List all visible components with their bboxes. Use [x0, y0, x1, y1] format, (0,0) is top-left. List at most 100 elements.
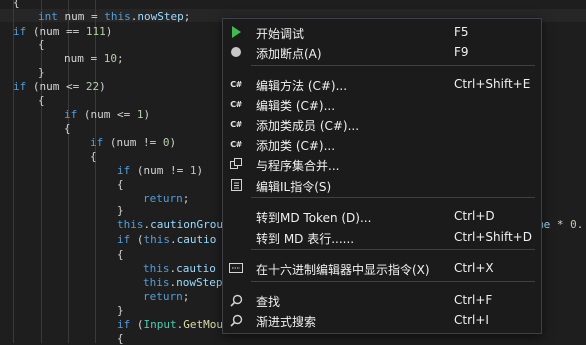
play-icon [229, 25, 243, 39]
menu-icon-placeholder [229, 209, 243, 223]
menu-separator [251, 281, 535, 282]
menu-item[interactable]: C# 添加类成员 (C#)... [223, 114, 541, 134]
code-token: num = [57, 10, 105, 23]
code-token: this [143, 233, 171, 246]
csharp-icon-text: C# [230, 119, 242, 129]
code-token: { [117, 248, 124, 261]
code-line: this.cautionGrou [117, 218, 223, 231]
code-token: { [117, 332, 124, 345]
code-token: num = [64, 52, 104, 65]
menu-item[interactable]: 渐进式搜索 Ctrl+I [223, 310, 541, 330]
menu-item[interactable]: C# 编辑方法 (C#)... Ctrl+Shift+E [223, 74, 541, 94]
menu-item-shortcut: Ctrl+Shift+D [454, 230, 532, 244]
code-token: { [117, 178, 124, 191]
code-line: { [117, 248, 124, 261]
code-token: * [550, 218, 571, 231]
code-token: this [117, 218, 144, 231]
code-line: { [117, 178, 124, 191]
code-line: return; [143, 192, 189, 205]
code-token: } [117, 204, 124, 217]
code-token: cautionGrou [150, 218, 223, 231]
code-line: if (num != 1) [117, 164, 203, 177]
code-line: num = 10; [64, 52, 124, 65]
code-line: { [117, 332, 124, 345]
code-line: this.nowStep [143, 276, 222, 289]
menu-item-shortcut: Ctrl+I [454, 313, 489, 327]
code-line: if (num != 0) [90, 136, 176, 149]
code-line: if (this.cautio [117, 233, 216, 246]
menu-item-label: 编辑类 (C#)... [256, 99, 336, 113]
code-token: { [64, 122, 71, 135]
code-token: this [143, 276, 170, 289]
code-line: } [38, 66, 45, 79]
code-token: 10 [103, 52, 117, 65]
menu-item-label: 添加类 (C#)... [256, 139, 336, 153]
indent-guide [41, 0, 42, 343]
menu-item[interactable]: 转到 MD 表行...... Ctrl+Shift+D [223, 227, 541, 247]
csharp-icon-text: C# [230, 79, 242, 89]
search-icon [229, 313, 243, 327]
code-token: { [90, 150, 97, 163]
code-line: } [117, 304, 124, 317]
code-token: if [90, 136, 104, 149]
code-token: ; [182, 290, 190, 303]
code-token: return [143, 192, 183, 205]
code-token: return [143, 290, 183, 303]
menu-item-label: 渐进式搜索 [256, 315, 317, 329]
code-token: } [117, 304, 124, 317]
code-token: if [117, 164, 131, 177]
csharp-icon: C# [229, 77, 243, 91]
menu-item[interactable]: 添加断点(A) F9 [223, 42, 541, 62]
menu-item[interactable]: 开始调试 F5 [223, 22, 541, 42]
menu-item[interactable]: 在十六进制编辑器中显示指令(X) Ctrl+X [223, 258, 541, 278]
menu-item-label: 查找 [256, 295, 281, 309]
code-line: { [13, 0, 20, 9]
code-token: if [117, 318, 131, 331]
menu-item[interactable]: 转到MD Token (D)... Ctrl+D [223, 206, 541, 226]
menu-item-shortcut: Ctrl+Shift+E [454, 77, 531, 91]
code-token: cautio [176, 233, 217, 246]
menu-item-label: 添加断点(A) [256, 47, 322, 61]
menu-item-label: 添加类成员 (C#)... [256, 119, 360, 133]
code-token: } [38, 66, 45, 79]
il-instructions-icon [229, 178, 243, 192]
code-token: (num == [26, 25, 86, 38]
menu-separator [251, 65, 535, 66]
code-token: if [13, 80, 27, 93]
code-token: ) [143, 108, 151, 121]
code-token: { [13, 0, 20, 9]
code-line: if (Input.GetMou [117, 318, 223, 331]
search-icon [229, 293, 243, 307]
menu-item-label: 编辑IL指令(S) [256, 180, 332, 194]
hex-editor-icon [229, 261, 243, 275]
code-token: GetMou [183, 318, 223, 331]
code-token: ; [182, 192, 190, 205]
code-token: ( [130, 318, 144, 331]
menu-item[interactable]: C# 编辑类 (C#)... [223, 94, 541, 114]
menu-item[interactable]: 与程序集合并... [223, 154, 541, 174]
menu-item-label: 在十六进制编辑器中显示指令(X) [256, 263, 430, 277]
csharp-icon: C# [229, 97, 243, 111]
code-token: ( [130, 233, 144, 246]
code-token: 22 [85, 80, 100, 93]
menu-separator [251, 249, 535, 250]
menu-item-shortcut: F5 [454, 25, 469, 39]
menu-item[interactable]: 查找 Ctrl+F [223, 290, 541, 310]
menu-item-label: 开始调试 [256, 27, 305, 41]
csharp-icon-text: C# [230, 99, 242, 109]
menu-item[interactable]: 编辑IL指令(S) [223, 175, 541, 195]
code-line: if (num == 111) [13, 25, 112, 38]
code-token: (num <= [26, 80, 86, 93]
context-menu: 开始调试 F5 添加断点(A) F9 C# 编辑方法 (C#)... Ctrl+Shift+… [222, 18, 542, 334]
menu-item[interactable]: C# 添加类 (C#)... [223, 134, 541, 154]
indent-guide [13, 0, 14, 343]
code-token: . [170, 233, 177, 246]
code-line-fragment: me * 0. [537, 218, 583, 231]
code-line: if (num <= 22) [13, 80, 106, 93]
menu-icon-placeholder [229, 230, 243, 244]
menu-item-label: 转到 MD 表行...... [256, 232, 355, 246]
code-token: if [117, 233, 131, 246]
code-line: return; [143, 290, 189, 303]
menu-item-label: 转到MD Token (D)... [256, 211, 372, 225]
code-token: ; [117, 52, 124, 65]
